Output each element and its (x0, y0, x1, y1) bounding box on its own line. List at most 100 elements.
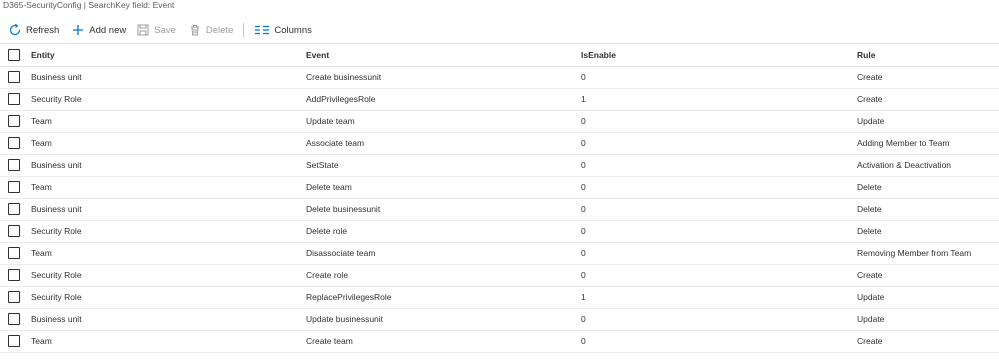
delete-button[interactable]: Delete (176, 18, 233, 42)
cell-rule: Update (857, 116, 885, 126)
cell-isenable: 0 (581, 270, 586, 280)
cell-rule: Activation & Deactivation (857, 160, 952, 170)
cell-isenable: 0 (581, 182, 586, 192)
row-checkbox[interactable] (8, 159, 20, 171)
row-checkbox[interactable] (8, 203, 20, 215)
cell-isenable: 0 (581, 248, 586, 258)
save-icon (136, 23, 150, 37)
cell-rule: Delete (857, 182, 882, 192)
cell-entity: Team (31, 182, 52, 192)
table-row[interactable]: Business unit Create businessunit 0 Create (0, 66, 999, 89)
row-checkbox[interactable] (8, 93, 20, 105)
row-checkbox[interactable] (8, 181, 20, 193)
table-row[interactable]: Team Delete team 0 Delete (0, 176, 999, 199)
refresh-icon (8, 23, 22, 37)
table-row[interactable]: Team Disassociate team 0 Removing Member fr… (0, 242, 999, 265)
columns-button[interactable]: Columns (244, 18, 312, 42)
row-checkbox[interactable] (8, 71, 20, 83)
cell-event: Update team (306, 116, 355, 126)
columns-label: Columns (274, 24, 312, 36)
cell-event: Disassociate team (306, 248, 376, 258)
cell-entity: Business unit (31, 160, 82, 170)
cell-rule: Update (857, 292, 885, 302)
refresh-button[interactable]: Refresh (0, 18, 59, 42)
cell-isenable: 0 (581, 314, 586, 324)
columns-icon (254, 23, 270, 37)
cell-rule: Delete (857, 226, 882, 236)
row-checkbox[interactable] (8, 291, 20, 303)
table-row[interactable]: Business unit Delete businessunit 0 Delete (0, 198, 999, 221)
row-checkbox[interactable] (8, 335, 20, 347)
cell-entity: Business unit (31, 72, 82, 82)
cell-event: Delete team (306, 182, 352, 192)
page-title: D365-SecurityConfig | SearchKey field: E… (3, 0, 175, 10)
cell-event: Update businessunit (306, 314, 384, 324)
cell-entity: Business unit (31, 314, 82, 324)
cell-isenable: 0 (581, 72, 586, 82)
row-checkbox[interactable] (8, 313, 20, 325)
trash-icon (188, 23, 202, 37)
cell-isenable: 0 (581, 138, 586, 148)
row-checkbox[interactable] (8, 269, 20, 281)
cell-rule: Create (857, 270, 883, 280)
cell-isenable: 0 (581, 336, 586, 346)
cell-event: Create role (306, 270, 349, 280)
cell-event: Create team (306, 336, 353, 346)
cell-rule: Create (857, 94, 883, 104)
cell-entity: Security Role (31, 226, 82, 236)
cell-rule: Create (857, 72, 883, 82)
cell-entity: Team (31, 248, 52, 258)
table-row[interactable]: Team Associate team 0 Adding Member to Team (0, 132, 999, 155)
cell-rule: Create (857, 336, 883, 346)
command-bar: Refresh Add new Save Delete Columns (0, 18, 999, 42)
cell-event: Associate team (306, 138, 365, 148)
row-checkbox[interactable] (8, 225, 20, 237)
table-row[interactable]: Team Update team 0 Update (0, 110, 999, 133)
cell-event: Delete businessunit (306, 204, 381, 214)
refresh-label: Refresh (26, 24, 60, 36)
save-label: Save (154, 24, 176, 36)
cell-entity: Security Role (31, 270, 82, 280)
cell-entity: Business unit (31, 204, 82, 214)
select-all-checkbox[interactable] (8, 49, 20, 61)
row-checkbox[interactable] (8, 115, 20, 127)
table-row[interactable]: Security Role Create role 0 Create (0, 264, 999, 287)
save-button[interactable]: Save (126, 18, 176, 42)
cell-entity: Team (31, 336, 52, 346)
cell-isenable: 1 (581, 94, 586, 104)
cell-isenable: 0 (581, 226, 586, 236)
cell-rule: Removing Member from Team (857, 248, 972, 258)
table-row[interactable]: Business unit Update businessunit 0 Update (0, 308, 999, 331)
add-new-label: Add new (89, 24, 127, 36)
table-row[interactable]: Security Role Delete role 0 Delete (0, 220, 999, 243)
add-new-button[interactable]: Add new (59, 18, 126, 42)
cell-isenable: 0 (581, 116, 586, 126)
column-header-entity[interactable]: Entity (31, 44, 55, 66)
row-checkbox[interactable] (8, 137, 20, 149)
column-header-rule[interactable]: Rule (857, 44, 875, 66)
table-row[interactable]: Team Create team 0 Create (0, 330, 999, 353)
table-row[interactable]: Security Role ReplacePrivilegesRole 1 Updat… (0, 286, 999, 309)
column-header-event[interactable]: Event (306, 44, 329, 66)
plus-icon (71, 23, 85, 37)
cell-rule: Delete (857, 204, 882, 214)
cell-entity: Security Role (31, 94, 82, 104)
row-checkbox[interactable] (8, 247, 20, 259)
cell-isenable: 0 (581, 204, 586, 214)
cell-event: ReplacePrivilegesRole (306, 292, 392, 302)
table-header: Entity Event IsEnable Rule (0, 43, 999, 67)
cell-event: AddPrivilegesRole (306, 94, 376, 104)
cell-rule: Update (857, 314, 885, 324)
delete-label: Delete (205, 24, 234, 36)
cell-isenable: 0 (581, 160, 586, 170)
column-header-isenable[interactable]: IsEnable (581, 44, 616, 66)
cell-event: SetState (306, 160, 339, 170)
cell-event: Delete role (306, 226, 348, 236)
cell-rule: Adding Member to Team (857, 138, 950, 148)
cell-entity: Team (31, 138, 52, 148)
table-row[interactable]: Business unit SetState 0 Activation & Deact… (0, 154, 999, 177)
cell-entity: Security Role (31, 292, 82, 302)
table-row[interactable]: Security Role AddPrivilegesRole 1 Create (0, 88, 999, 111)
cell-entity: Team (31, 116, 52, 126)
cell-isenable: 1 (581, 292, 586, 302)
